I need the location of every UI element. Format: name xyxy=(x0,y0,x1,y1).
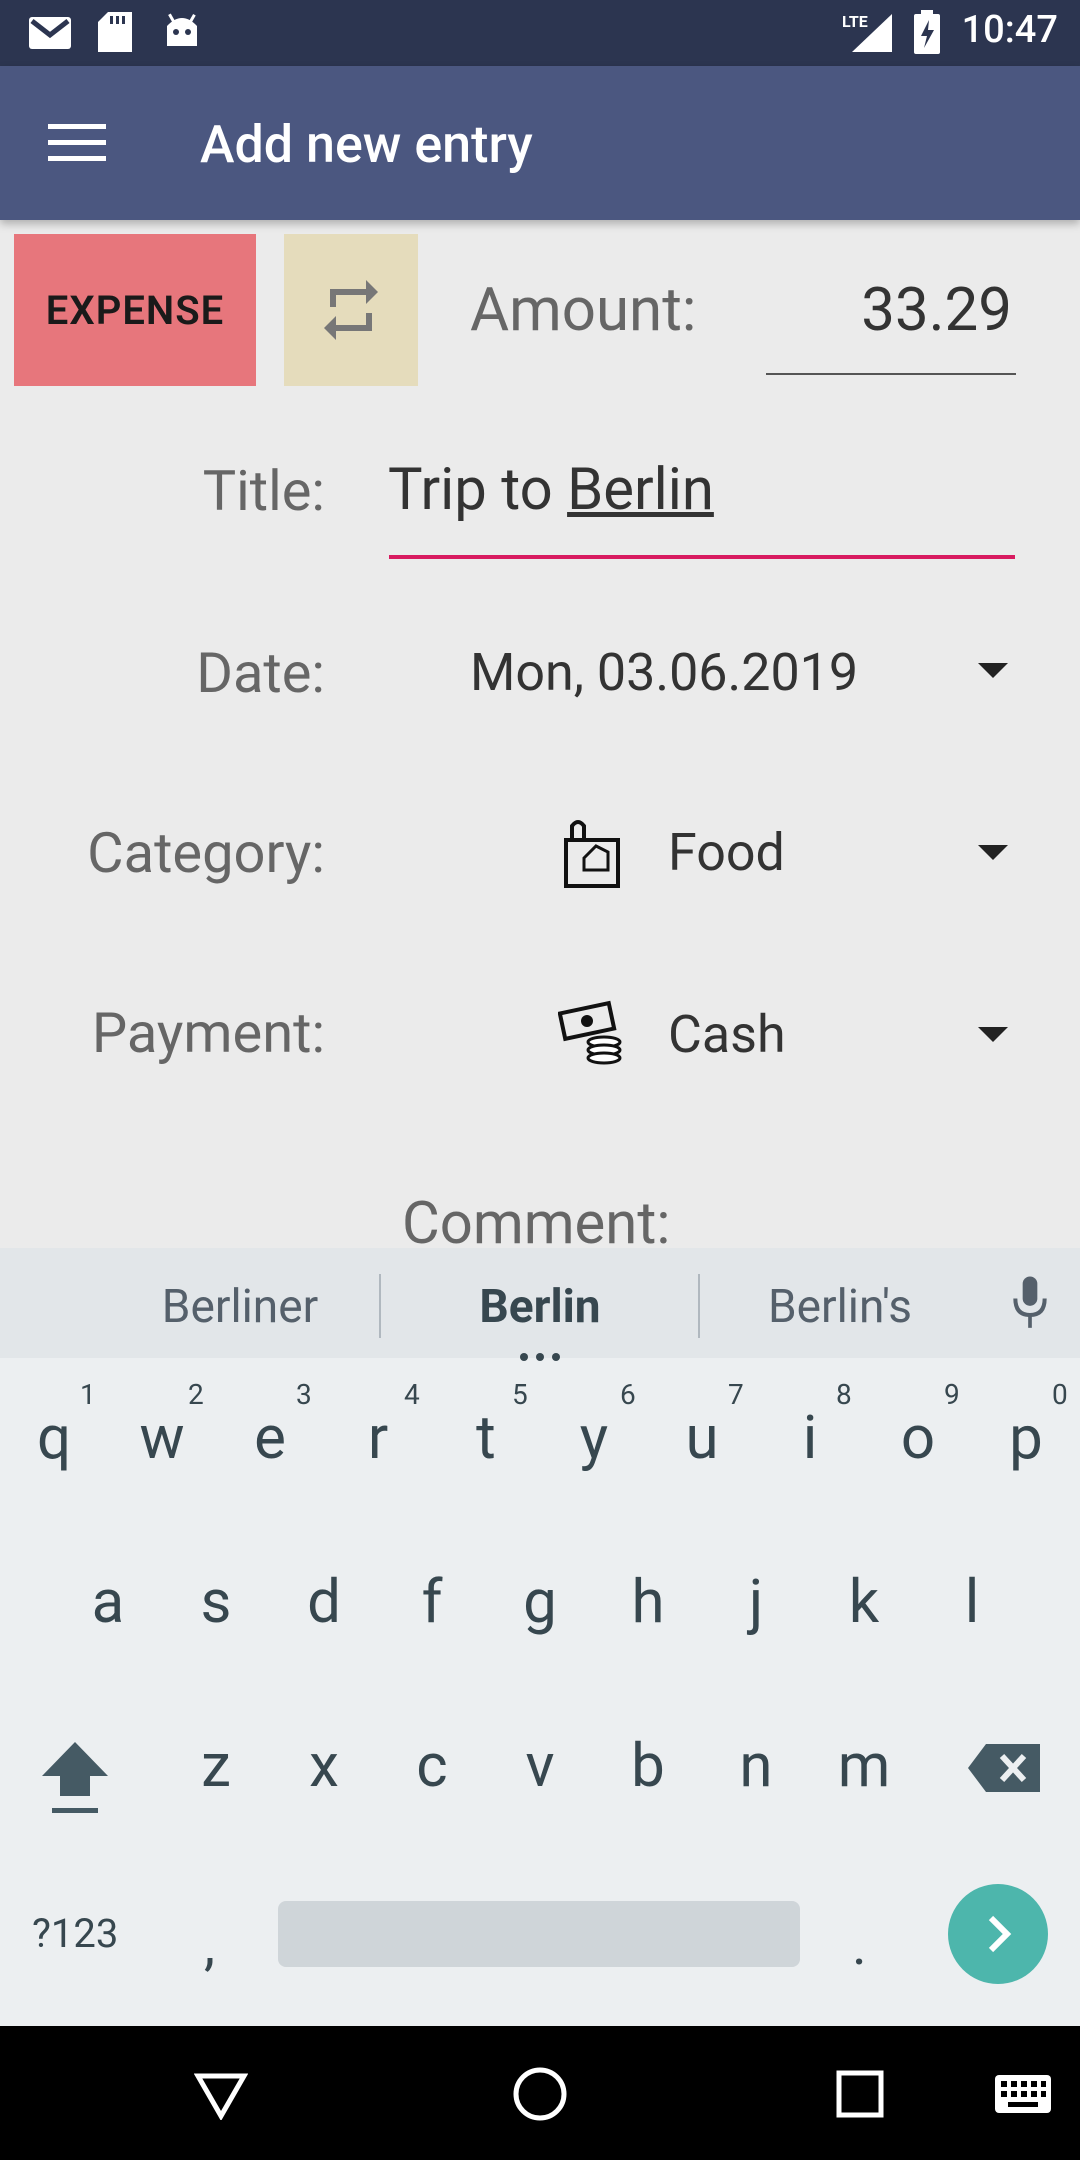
amount-underline xyxy=(766,373,1016,375)
key-z[interactable]: z xyxy=(171,1730,261,1801)
key-t[interactable]: t xyxy=(441,1402,531,1473)
suggestion-strip: Berliner Berlin Berlin's xyxy=(0,1248,1080,1361)
suggestion-divider xyxy=(379,1274,381,1338)
key-b[interactable]: b xyxy=(603,1730,693,1801)
key-q[interactable]: q xyxy=(9,1402,99,1473)
keyboard-icon[interactable] xyxy=(994,2074,1052,2114)
key-e[interactable]: e xyxy=(225,1402,315,1473)
recents-icon[interactable] xyxy=(836,2070,884,2118)
date-dropdown-icon[interactable] xyxy=(978,663,1008,678)
status-bar: LTE 10:47 xyxy=(0,0,1080,66)
amount-label: Amount: xyxy=(470,274,697,345)
clock: 10:47 xyxy=(961,8,1058,52)
key-r[interactable]: r xyxy=(333,1402,423,1473)
key-n[interactable]: n xyxy=(711,1730,801,1801)
page-title: Add new entry xyxy=(200,114,533,175)
navigation-bar xyxy=(0,2026,1080,2160)
swap-type-button[interactable] xyxy=(284,234,418,386)
shift-icon[interactable] xyxy=(40,1740,110,1816)
period-key[interactable]: . xyxy=(852,1912,867,1978)
cash-icon xyxy=(558,1000,622,1065)
sd-card-icon xyxy=(98,12,132,52)
backspace-icon[interactable] xyxy=(968,1744,1040,1792)
key-l[interactable]: l xyxy=(927,1566,1017,1637)
key-i[interactable]: i xyxy=(765,1402,855,1473)
key-p[interactable]: p xyxy=(981,1402,1071,1473)
payment-dropdown[interactable]: Cash xyxy=(668,1004,786,1065)
android-icon xyxy=(167,13,197,46)
date-label: Date: xyxy=(196,640,325,706)
date-picker[interactable]: Mon, 03.06.2019 xyxy=(470,642,858,703)
signal-icon xyxy=(852,14,892,52)
more-suggestions-dots xyxy=(518,1346,562,1361)
key-f[interactable]: f xyxy=(387,1566,477,1637)
space-bar[interactable] xyxy=(278,1901,800,1967)
key-g[interactable]: g xyxy=(495,1566,585,1637)
comma-key[interactable]: , xyxy=(204,1912,215,1978)
key-m[interactable]: m xyxy=(819,1730,909,1801)
key-w[interactable]: w xyxy=(117,1402,207,1473)
menu-icon[interactable] xyxy=(48,122,106,164)
title-text-composing: Berlin xyxy=(567,456,714,524)
key-a[interactable]: a xyxy=(63,1566,153,1637)
key-k[interactable]: k xyxy=(819,1566,909,1637)
grocery-bag-icon xyxy=(564,820,620,888)
title-underline-focused xyxy=(389,555,1015,559)
gmail-icon xyxy=(29,17,71,49)
amount-input[interactable]: 33.29 xyxy=(762,274,1012,345)
enter-button[interactable] xyxy=(948,1884,1048,1984)
payment-dropdown-icon[interactable] xyxy=(978,1027,1008,1042)
key-c[interactable]: c xyxy=(387,1730,477,1801)
title-label: Title: xyxy=(202,458,325,524)
chevron-right-icon xyxy=(988,1915,1012,1953)
category-dropdown-icon[interactable] xyxy=(978,845,1008,860)
repeat-icon xyxy=(324,280,378,340)
expense-toggle-button[interactable]: EXPENSE xyxy=(14,234,256,386)
key-x[interactable]: x xyxy=(279,1730,369,1801)
category-label: Category: xyxy=(87,820,325,886)
key-v[interactable]: v xyxy=(495,1730,585,1801)
suggestion-divider xyxy=(698,1274,700,1338)
key-j[interactable]: j xyxy=(711,1566,801,1637)
key-y[interactable]: y xyxy=(549,1402,639,1473)
battery-charging-icon xyxy=(914,10,940,54)
title-text-prefix: Trip to xyxy=(388,456,568,524)
suggestion-left[interactable]: Berliner xyxy=(140,1280,340,1334)
app-bar: Add new entry xyxy=(0,66,1080,220)
payment-label: Payment: xyxy=(91,1000,325,1066)
key-s[interactable]: s xyxy=(171,1566,261,1637)
key-u[interactable]: u xyxy=(657,1402,747,1473)
back-icon[interactable] xyxy=(194,2070,248,2120)
symbols-key[interactable]: ?123 xyxy=(32,1910,118,1957)
key-d[interactable]: d xyxy=(279,1566,369,1637)
suggestion-right[interactable]: Berlin's xyxy=(740,1280,940,1334)
suggestion-center[interactable]: Berlin xyxy=(440,1280,640,1334)
key-o[interactable]: o xyxy=(873,1402,963,1473)
microphone-icon[interactable] xyxy=(1008,1274,1052,1334)
category-dropdown[interactable]: Food xyxy=(668,822,785,883)
home-icon[interactable] xyxy=(512,2066,568,2122)
title-input[interactable]: Trip to Berlin xyxy=(388,456,714,524)
key-h[interactable]: h xyxy=(603,1566,693,1637)
